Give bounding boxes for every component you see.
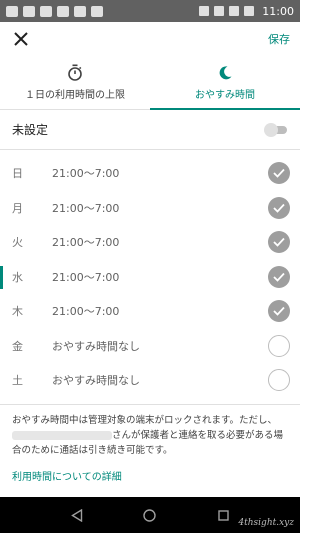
timer-icon (68, 64, 82, 81)
day-label: 土 (12, 374, 23, 388)
back-icon (70, 508, 82, 522)
toolbar: 保存 (0, 22, 300, 56)
check-icon (273, 169, 285, 179)
day-time: 21:00〜7:00 (52, 305, 120, 319)
day-checkbox[interactable] (268, 196, 290, 219)
tab-label: おやすみ時間 (195, 89, 255, 101)
day-checkbox[interactable] (268, 265, 290, 288)
day-time: おやすみ時間なし (52, 374, 140, 388)
day-label: 火 (12, 236, 23, 250)
back-button[interactable] (69, 507, 85, 523)
day-checkbox[interactable] (268, 369, 290, 392)
day-time: 21:00〜7:00 (52, 167, 120, 181)
info-text: おやすみ時間中は管理対象の端末がロックされます。ただし、さんが保護者と連絡を取る… (12, 413, 288, 458)
tab-label: １日の利用時間の上限 (25, 90, 125, 101)
battery-icon (244, 6, 255, 16)
day-checkbox[interactable] (268, 162, 290, 185)
unset-row: 未設定 (0, 110, 300, 150)
navigation-bar: 4thsight.xyz (0, 497, 300, 533)
check-icon (273, 272, 285, 282)
day-row-friday[interactable]: 金 おやすみ時間なし (0, 329, 300, 364)
info-section: おやすみ時間中は管理対象の端末がロックされます。ただし、さんが保護者と連絡を取る… (0, 403, 300, 484)
day-label: 木 (12, 305, 23, 319)
notification-icon (91, 5, 103, 17)
check-icon (273, 307, 285, 317)
signal-icon (229, 6, 240, 16)
day-label: 日 (12, 167, 23, 181)
tab-bar: １日の利用時間の上限 おやすみ時間 (0, 56, 300, 110)
wifi-icon (214, 6, 225, 16)
recents-icon (218, 509, 229, 521)
watermark-text: 4thsight.xyz (238, 518, 294, 528)
notification-icon (23, 5, 35, 17)
save-button[interactable]: 保存 (268, 31, 290, 47)
day-label: 金 (12, 339, 23, 353)
day-checkbox[interactable] (268, 334, 290, 357)
day-time: おやすみ時間なし (52, 339, 140, 353)
notification-icons (6, 5, 199, 17)
notification-icon (6, 5, 18, 17)
day-time: 21:00〜7:00 (52, 236, 120, 250)
tab-bedtime[interactable]: おやすみ時間 (150, 56, 300, 109)
day-row-thursday[interactable]: 木 21:00〜7:00 (0, 294, 300, 329)
day-row-tuesday[interactable]: 火 21:00〜7:00 (0, 225, 300, 260)
notification-icon (40, 5, 52, 17)
day-label: 水 (12, 270, 23, 284)
day-row-sunday[interactable]: 日 21:00〜7:00 (0, 156, 300, 191)
status-bar: 11:00 (0, 0, 300, 22)
tab-daily-limit[interactable]: １日の利用時間の上限 (0, 56, 150, 109)
check-icon (273, 203, 285, 213)
vibrate-icon (199, 6, 210, 16)
system-icons: 11:00 (199, 5, 294, 18)
close-icon (14, 32, 28, 46)
day-row-saturday[interactable]: 土 おやすみ時間なし (0, 363, 300, 398)
unset-label: 未設定 (12, 123, 49, 137)
close-button[interactable] (12, 30, 30, 48)
notification-icon (74, 5, 86, 17)
redacted-child-name (12, 430, 112, 440)
moon-icon (219, 65, 232, 79)
usage-details-link[interactable]: 利用時間についての詳細 (12, 468, 122, 483)
day-row-monday[interactable]: 月 21:00〜7:00 (0, 191, 300, 226)
day-time: 21:00〜7:00 (52, 201, 120, 215)
recents-button[interactable] (215, 507, 231, 523)
toggle-knob (264, 122, 278, 137)
notification-icon (57, 5, 69, 17)
status-time: 11:00 (262, 4, 294, 18)
day-list: 日 21:00〜7:00 月 21:00〜7:00 火 21:00〜7:00 水… (0, 156, 300, 398)
info-text-before: おやすみ時間中は管理対象の端末がロックされます。ただし、 (12, 414, 278, 426)
day-row-wednesday[interactable]: 水 21:00〜7:00 (0, 260, 300, 295)
home-icon (143, 508, 157, 522)
day-time: 21:00〜7:00 (52, 270, 120, 284)
day-label: 月 (12, 201, 23, 215)
home-button[interactable] (142, 507, 158, 523)
bedtime-toggle[interactable] (264, 122, 290, 137)
day-checkbox[interactable] (268, 231, 290, 254)
check-icon (273, 238, 285, 248)
day-checkbox[interactable] (268, 300, 290, 323)
